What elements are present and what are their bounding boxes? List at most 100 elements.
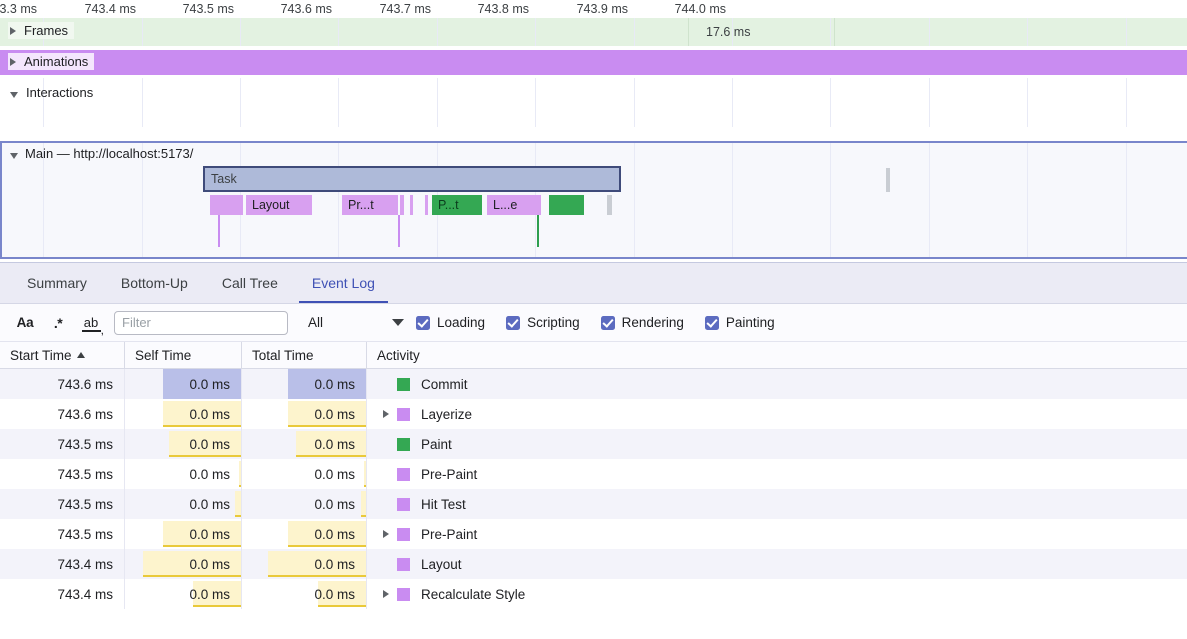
- regex-icon[interactable]: .*: [43, 310, 73, 336]
- flame-bar-paint[interactable]: P...t: [432, 195, 482, 215]
- track-title-interactions[interactable]: Interactions: [8, 84, 99, 101]
- cell-total-time-value: 0.0 ms: [314, 467, 355, 482]
- column-header-self-time[interactable]: Self Time: [125, 342, 242, 369]
- cell-total-time: 0.0 ms: [242, 429, 367, 459]
- filter-input[interactable]: [114, 311, 288, 335]
- tab-summary[interactable]: Summary: [10, 263, 104, 303]
- main-thread-header[interactable]: Main — http://localhost:5173/: [10, 146, 193, 161]
- checkmark-icon: [705, 316, 719, 330]
- timeline-gridline: [535, 18, 536, 46]
- track-interactions[interactable]: Interactions: [0, 78, 1187, 127]
- timeline-gridline: [535, 78, 536, 127]
- timeline-gridline: [338, 78, 339, 127]
- checkbox-label: Painting: [726, 315, 775, 330]
- table-row[interactable]: 743.5 ms0.0 ms0.0 msPaint: [0, 429, 1187, 459]
- start-time-value: 743.5 ms: [57, 497, 113, 512]
- start-time-value: 743.4 ms: [57, 557, 113, 572]
- table-row[interactable]: 743.6 ms0.0 ms0.0 msLayerize: [0, 399, 1187, 429]
- cell-self-time-value: 0.0 ms: [189, 497, 230, 512]
- activity-color-swatch: [397, 378, 410, 391]
- cell-activity: Paint: [367, 429, 1187, 459]
- cell-self-time-value: 0.0 ms: [189, 437, 230, 452]
- flame-bar-commit[interactable]: [549, 195, 584, 215]
- cell-total-time-value: 0.0 ms: [314, 557, 355, 572]
- duration-filter-select[interactable]: All: [308, 315, 404, 330]
- cell-self-time-value: 0.0 ms: [189, 467, 230, 482]
- table-row[interactable]: 743.5 ms0.0 ms0.0 msPre-Paint: [0, 519, 1187, 549]
- track-frames[interactable]: 17.6 ms Frames: [0, 18, 1187, 46]
- checkbox-scripting[interactable]: Scripting: [506, 315, 580, 330]
- flame-gridline: [1027, 143, 1028, 257]
- timeline-overview: 743.3 ms743.4 ms743.5 ms743.6 ms743.7 ms…: [0, 0, 1187, 262]
- checkbox-painting[interactable]: Painting: [705, 315, 775, 330]
- cell-activity: Layout: [367, 549, 1187, 579]
- cell-start-time: 743.5 ms: [0, 519, 125, 549]
- ruler-tick-label: 743.5 ms: [140, 0, 240, 18]
- cell-total-time: 0.0 ms: [242, 369, 367, 399]
- column-header-start-time[interactable]: Start Time: [0, 342, 125, 369]
- activity-color-swatch: [397, 558, 410, 571]
- timeline-gridline: [240, 78, 241, 127]
- flame-bar-thin-purple-1[interactable]: [400, 195, 404, 215]
- checkbox-loading[interactable]: Loading: [416, 315, 485, 330]
- cell-total-time-value: 0.0 ms: [314, 437, 355, 452]
- chevron-right-icon: [10, 27, 16, 35]
- activity-name: Recalculate Style: [421, 587, 525, 602]
- column-header-activity[interactable]: Activity: [367, 342, 1182, 369]
- flame-bar-thin-purple-2[interactable]: [410, 195, 413, 215]
- flame-bar-pre-paint[interactable]: Pr...t: [342, 195, 398, 215]
- flame-bar-grey-marker[interactable]: [886, 168, 890, 192]
- match-case-icon[interactable]: Aa: [10, 310, 40, 336]
- cell-self-time: 0.0 ms: [125, 489, 242, 519]
- timeline-gridline: [1126, 78, 1127, 127]
- tab-call-tree[interactable]: Call Tree: [205, 263, 295, 303]
- cell-start-time: 743.5 ms: [0, 489, 125, 519]
- expand-placeholder: [383, 470, 389, 478]
- checkbox-label: Loading: [437, 315, 485, 330]
- expand-chevron-right-icon[interactable]: [383, 590, 389, 598]
- activity-name: Pre-Paint: [421, 527, 477, 542]
- cell-total-time: 0.0 ms: [242, 489, 367, 519]
- main-thread-track[interactable]: Task Layout Pr...t P...tL...e Main — http:/…: [0, 141, 1187, 259]
- table-row[interactable]: 743.5 ms0.0 ms0.0 msHit Test: [0, 489, 1187, 519]
- activity-name: Commit: [421, 377, 468, 392]
- checkbox-label: Scripting: [527, 315, 580, 330]
- flame-bar-grey-sliver[interactable]: [607, 195, 612, 215]
- cell-self-time: 0.0 ms: [125, 519, 242, 549]
- table-row[interactable]: 743.4 ms0.0 ms0.0 msRecalculate Style: [0, 579, 1187, 609]
- column-label: Total Time: [252, 348, 314, 363]
- cell-start-time: 743.6 ms: [0, 399, 125, 429]
- devtools-performance-panel: 743.3 ms743.4 ms743.5 ms743.6 ms743.7 ms…: [0, 0, 1187, 639]
- table-row[interactable]: 743.4 ms 0.0 ms 0.0 ms Layout: [0, 549, 1187, 579]
- flame-bar-unlabeled-purple-1[interactable]: [210, 195, 243, 215]
- column-label: Activity: [377, 348, 420, 363]
- flame-bar-layout[interactable]: Layout: [246, 195, 312, 215]
- flame-bar-Task[interactable]: Task: [203, 166, 621, 192]
- table-row[interactable]: 743.6 ms0.0 ms0.0 msCommit: [0, 369, 1187, 399]
- cell-self-time: 0.0 ms: [125, 549, 242, 579]
- whole-word-icon[interactable]: ab ,: [76, 310, 106, 336]
- tab-event-log[interactable]: Event Log: [295, 263, 392, 303]
- duration-bar: [235, 491, 241, 517]
- flame-bar-layerize[interactable]: L...e: [487, 195, 541, 215]
- tab-bottom-up[interactable]: Bottom-Up: [104, 263, 205, 303]
- cell-activity: Commit: [367, 369, 1187, 399]
- checkbox-label: Rendering: [622, 315, 684, 330]
- timeline-gridline: [634, 78, 635, 127]
- whole-word-comma: ,: [101, 323, 104, 337]
- chevron-down-icon: [392, 319, 404, 326]
- expand-chevron-right-icon[interactable]: [383, 530, 389, 538]
- table-row[interactable]: 743.5 ms0.0 ms0.0 msPre-Paint: [0, 459, 1187, 489]
- frame-duration-label: 17.6 ms: [706, 18, 750, 46]
- table-body: 743.6 ms0.0 ms0.0 msCommit743.6 ms0.0 ms…: [0, 369, 1187, 609]
- cell-self-time-value: 0.0 ms: [189, 527, 230, 542]
- flame-bar-thin-purple-3[interactable]: [425, 195, 428, 215]
- checkbox-rendering[interactable]: Rendering: [601, 315, 684, 330]
- start-time-value: 743.5 ms: [57, 527, 113, 542]
- expand-chevron-right-icon[interactable]: [383, 410, 389, 418]
- track-animations[interactable]: Animations: [0, 46, 1187, 78]
- cell-self-time: 0.0 ms: [125, 459, 242, 489]
- column-header-total-time[interactable]: Total Time: [242, 342, 367, 369]
- track-title-frames[interactable]: Frames: [8, 22, 74, 39]
- track-title-animations[interactable]: Animations: [8, 53, 94, 70]
